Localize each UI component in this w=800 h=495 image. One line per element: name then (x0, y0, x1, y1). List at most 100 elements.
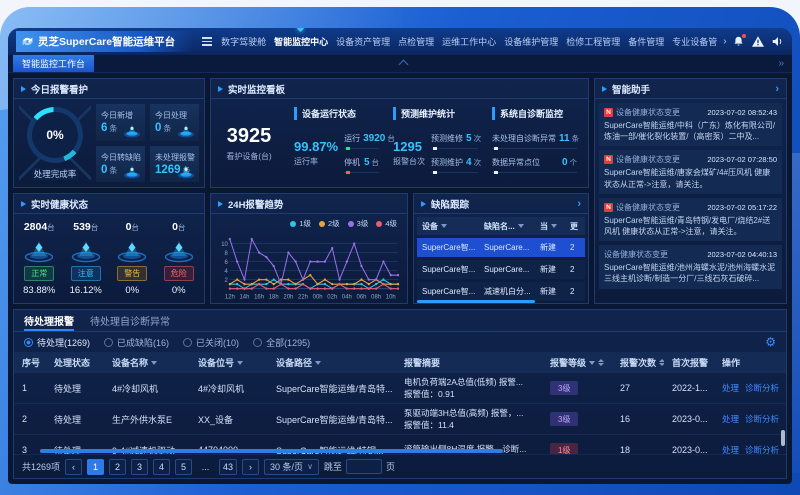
panel-health-status: 实时健康状态 2804台 正常 83.88% (13, 193, 205, 304)
health-column[interactable]: 0台 危险 0% (156, 218, 203, 299)
assistant-message[interactable]: N 设备健康状态变更 2023-07-02 07:28:50 SuperCare… (599, 150, 782, 193)
vertical-scrollbar[interactable] (781, 430, 785, 446)
stat-card[interactable]: 今日处理 0条 (150, 104, 199, 141)
nav-menu-item[interactable]: 智能监控中心 (274, 33, 328, 50)
nav-overflow-icon[interactable]: › (723, 36, 726, 47)
filter-icon[interactable] (518, 224, 524, 228)
diagnose-link[interactable]: 诊断分析 (745, 444, 779, 454)
workspace-tab[interactable]: 智能监控工作台 (13, 55, 94, 72)
filter-icon[interactable] (237, 361, 243, 365)
filter-radio[interactable]: 待处理(1269) (24, 336, 90, 349)
horizontal-scrollbar[interactable] (40, 449, 503, 453)
svg-text:00h: 00h (313, 293, 323, 300)
message-time: 2023-07-02 05:17:22 (707, 203, 777, 212)
nav-menu-item[interactable]: 点检管理 (398, 33, 434, 50)
page-button[interactable]: 4 (153, 459, 170, 475)
filter-icon[interactable] (551, 224, 557, 228)
page-button[interactable]: 43 (219, 459, 237, 475)
filter-icon[interactable] (315, 361, 321, 365)
health-pedestal-icon (162, 237, 196, 263)
hamburger-icon[interactable] (202, 37, 212, 46)
alert-triangle-icon[interactable] (752, 36, 764, 47)
more-arrow-icon[interactable]: › (577, 198, 581, 210)
more-arrow-icon[interactable]: › (775, 83, 779, 95)
diagnose-link[interactable]: 诊断分析 (745, 413, 779, 425)
sort-icon[interactable] (598, 359, 604, 366)
legend-dot-icon (290, 221, 296, 227)
message-body: SuperCare智能运维/唐家会煤矿/4#压风机 健康状态从正常->注意，请关… (604, 167, 777, 189)
nav-menu: 数字驾驶舱 智能监控中心 设备资产管理 点检管理 运维工作中心 设备维护管理 检… (221, 33, 717, 50)
prev-page-button[interactable]: ‹ (65, 459, 82, 475)
legend-item[interactable]: 3级 (348, 218, 369, 229)
expand-icon[interactable]: » (778, 58, 784, 69)
alarm-tab[interactable]: 待处理自诊断异常 (90, 310, 170, 331)
svg-text:12h: 12h (225, 293, 235, 300)
nav-menu-item[interactable]: 设备维护管理 (504, 33, 558, 50)
defect-row[interactable]: SuperCare智... 减速机白分... 新建 2 (417, 282, 585, 301)
stat-card[interactable]: 未处理报警 1269条 (150, 146, 199, 183)
legend-item[interactable]: 4级 (376, 218, 397, 229)
svg-text:20h: 20h (283, 293, 293, 300)
stat-card[interactable]: 今日新增 6条 (96, 104, 145, 141)
bell-icon[interactable] (733, 36, 744, 47)
assistant-message[interactable]: 设备健康状态变更 2023-07-02 04:40:13 SuperCare智能… (599, 245, 782, 288)
gauge-label: 处理完成率 (32, 168, 79, 180)
alarm-table-header: 序号 处理状态 设备名称 设备位号 设备路径 报警摘要 报警等级 报警次数 首次… (14, 352, 786, 373)
nav-menu-item[interactable]: 运维工作中心 (442, 33, 496, 50)
health-column[interactable]: 0台 警告 0% (109, 218, 156, 299)
diagnose-link[interactable]: 诊断分析 (745, 382, 779, 394)
screen: 灵芝SuperCare智能运维平台 数字驾驶舱 智能监控中心 设备资产管理 点检… (0, 0, 800, 495)
defect-row[interactable]: SuperCare智... SuperCare... 新建 2 (417, 238, 585, 257)
radio-icon (253, 338, 262, 347)
health-badge: 注意 (71, 266, 101, 281)
assistant-message[interactable]: N 设备健康状态变更 2023-07-02 08:52:43 SuperCare… (599, 103, 782, 146)
level-badge: 3级 (550, 381, 578, 395)
filter-icon[interactable] (441, 224, 447, 228)
health-column[interactable]: 539台 注意 16.12% (63, 218, 110, 299)
nav-menu-item[interactable]: 专业设备管 (672, 33, 717, 50)
jump-suffix: 页 (386, 460, 395, 473)
radio-icon (183, 338, 192, 347)
panel-title: 实时监控看板 (228, 82, 285, 96)
run-rate-value: 99.87% (294, 139, 338, 154)
panel-defect-tracking: 缺陷跟踪› 设备 缺陷名... 当 更 (413, 193, 589, 304)
page-button[interactable]: 1 (87, 459, 104, 475)
filter-radio[interactable]: 已关闭(10) (183, 336, 239, 349)
alarm-tab[interactable]: 待处理报警 (24, 310, 74, 331)
nav-menu-item[interactable]: 设备资产管理 (336, 33, 390, 50)
page-button[interactable]: 3 (131, 459, 148, 475)
svg-text:10: 10 (221, 241, 228, 248)
filter-radio[interactable]: 已成缺陷(16) (104, 336, 169, 349)
page-button[interactable]: 2 (109, 459, 126, 475)
defect-row[interactable]: SuperCare智... SuperCare... 新建 2 (417, 260, 585, 279)
legend-item[interactable]: 2级 (319, 218, 340, 229)
chart-legend: 1级 2级 3级 4级 (215, 216, 403, 229)
stat-card[interactable]: 今日转缺陷 0条 (96, 146, 145, 183)
assistant-message[interactable]: N 设备健康状态变更 2023-07-02 05:17:22 SuperCare… (599, 198, 782, 241)
panel-alarm-trend: 24H报警趋势 1级 2级 3级 (210, 193, 408, 304)
alarm-row[interactable]: 1 待处理 4#冷却风机 4#冷却风机 SuperCare智能运维/青岛特...… (14, 373, 786, 404)
handle-link[interactable]: 处理 (722, 413, 739, 425)
page-size-select[interactable]: 30 条/页∨ (264, 459, 319, 475)
page-button[interactable]: 5 (175, 459, 192, 475)
handle-link[interactable]: 处理 (722, 382, 739, 394)
filter-radio[interactable]: 全部(1295) (253, 336, 310, 349)
page-button[interactable]: ... (197, 459, 214, 475)
filter-icon[interactable] (589, 361, 595, 365)
handle-link[interactable]: 处理 (722, 444, 739, 454)
app-title: 灵芝SuperCare智能运维平台 (38, 34, 175, 49)
nav-menu-item[interactable]: 备件管理 (628, 33, 664, 50)
next-page-button[interactable]: › (242, 459, 259, 475)
legend-item[interactable]: 1级 (290, 218, 311, 229)
jump-page-input[interactable] (346, 459, 382, 474)
collapse-chevron-icon[interactable] (399, 60, 409, 70)
filter-icon[interactable] (151, 361, 157, 365)
alarm-count-value: 1295 (393, 139, 425, 154)
horizontal-scrollbar[interactable] (417, 300, 535, 303)
gear-icon[interactable]: ⚙ (765, 336, 776, 348)
nav-menu-item[interactable]: 数字驾驶舱 (221, 33, 266, 50)
alarm-row[interactable]: 2 待处理 生产外供水泵E XX_设备 SuperCare智能运维/青岛特...… (14, 404, 786, 435)
health-column[interactable]: 2804台 正常 83.88% (16, 218, 63, 299)
speaker-icon[interactable] (772, 36, 784, 47)
nav-menu-item[interactable]: 检修工程管理 (566, 33, 620, 50)
